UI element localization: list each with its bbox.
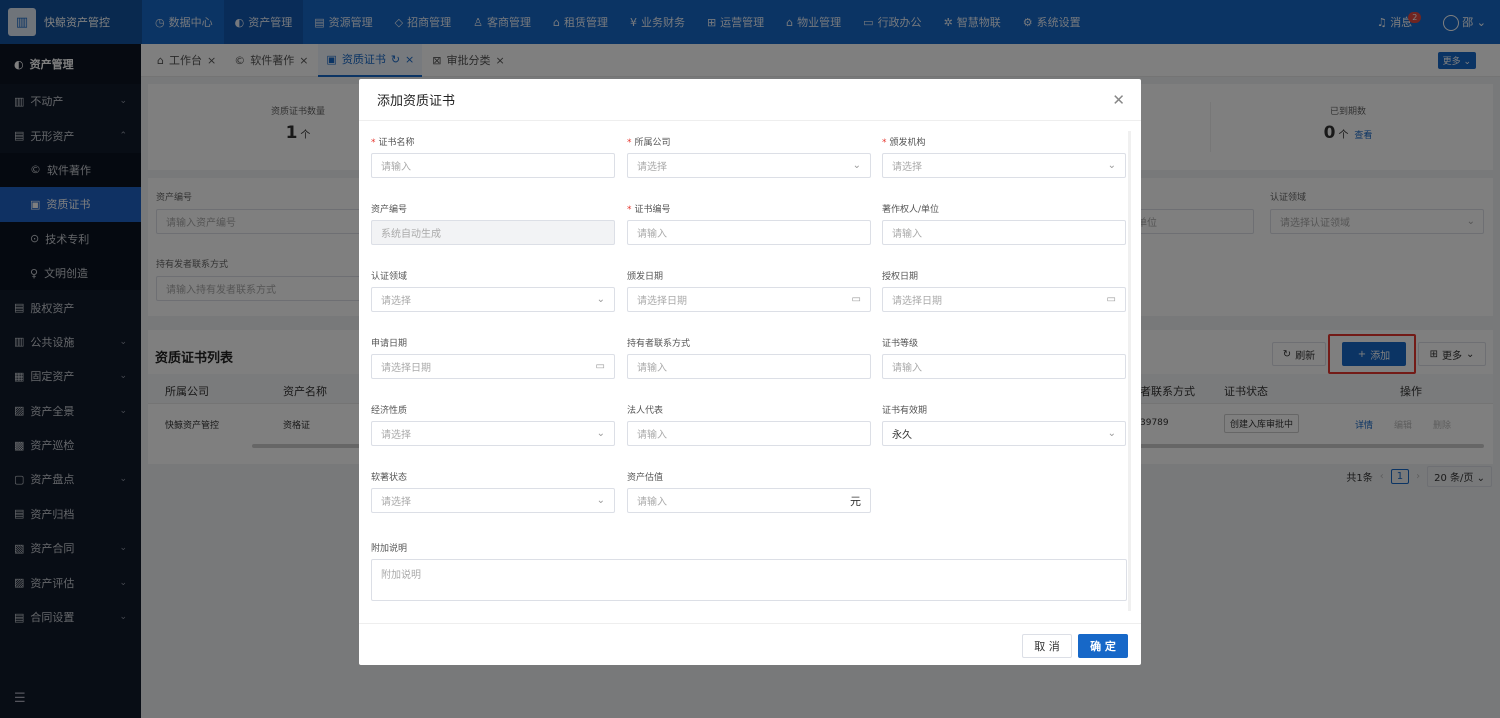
dialog-title: 添加资质证书 — [377, 94, 456, 109]
field-value: 永久 — [892, 430, 912, 441]
field-label: 经济性质 — [371, 403, 407, 416]
required-mark: * — [627, 205, 632, 215]
calendar-icon: ▭ — [1106, 294, 1116, 305]
field-input[interactable]: 请输入 — [627, 220, 871, 245]
field-label-text: 经济性质 — [371, 406, 408, 416]
field-select[interactable]: 请选择 ⌄ — [371, 488, 615, 513]
confirm-button[interactable]: 确 定 — [1078, 634, 1128, 658]
field-placeholder: 请输入 — [892, 229, 922, 240]
add-cert-dialog: 添加资质证书 ✕ * 证书名称 请输入 * 所属公司 请选择 ⌄ * 颁发机构 请选择 ⌄ 资产编号系… — [359, 79, 1141, 665]
field-select[interactable]: 请选择 ⌄ — [882, 153, 1126, 178]
field-label: 授权日期 — [882, 269, 918, 282]
field-label: 软著状态 — [371, 470, 407, 483]
field-label: 著作权人/单位 — [882, 202, 939, 215]
field-label-text: 持有者联系方式 — [627, 339, 691, 349]
calendar-icon: ▭ — [595, 361, 605, 372]
field-select[interactable]: 请选择 ⌄ — [371, 421, 615, 446]
field-placeholder: 请输入 — [637, 363, 667, 374]
field-label-text: 证书等级 — [882, 339, 919, 349]
field-placeholder: 请选择 — [892, 162, 922, 173]
chevron-down-icon: ⌄ — [852, 160, 861, 171]
field-input[interactable]: 请输入 — [627, 421, 871, 446]
field-placeholder: 请输入 — [637, 497, 667, 508]
field-label: 资产估值 — [627, 470, 663, 483]
field-placeholder: 请输入 — [637, 430, 667, 441]
field-placeholder: 请输入 — [381, 162, 411, 173]
field-placeholder: 系统自动生成 — [381, 229, 441, 240]
required-mark: * — [371, 138, 376, 148]
chevron-down-icon: ⌄ — [1107, 160, 1116, 171]
field-input[interactable]: 请输入 元 — [627, 488, 871, 513]
field-label-text: 证书名称 — [378, 138, 415, 148]
field-input: 系统自动生成 — [371, 220, 615, 245]
field-label-text: 法人代表 — [627, 406, 664, 416]
dialog-header: 添加资质证书 — [359, 79, 1141, 121]
field-label-text: 软著状态 — [371, 473, 408, 483]
field-date-picker[interactable]: 请选择日期 ▭ — [882, 287, 1126, 312]
field-date-picker[interactable]: 请选择日期 ▭ — [371, 354, 615, 379]
field-input[interactable]: 请输入 — [371, 153, 615, 178]
field-placeholder: 请选择日期 — [381, 363, 431, 374]
field-label-text: 资产估值 — [627, 473, 664, 483]
field-placeholder: 请输入 — [892, 363, 922, 374]
field-label-text: 颁发日期 — [627, 272, 664, 282]
field-label: * 所属公司 — [627, 135, 671, 148]
dialog-footer: 取 消 确 定 — [359, 623, 1141, 665]
close-icon[interactable]: ✕ — [1112, 91, 1125, 109]
field-select[interactable]: 请选择 ⌄ — [371, 287, 615, 312]
field-placeholder: 请选择日期 — [637, 296, 687, 307]
field-label: * 颁发机构 — [882, 135, 926, 148]
field-label: 附加说明 — [371, 544, 408, 554]
chevron-down-icon: ⌄ — [1107, 428, 1116, 439]
field-label: 颁发日期 — [627, 269, 663, 282]
calendar-icon: ▭ — [851, 294, 861, 305]
field-placeholder: 请选择 — [637, 162, 667, 173]
field-label: * 证书名称 — [371, 135, 415, 148]
field-label-text: 证书编号 — [634, 205, 671, 215]
field-select[interactable]: 永久 ⌄ — [882, 421, 1126, 446]
chevron-down-icon: ⌄ — [596, 495, 605, 506]
field-label-text: 著作权人/单位 — [882, 205, 940, 215]
field-label-text: 授权日期 — [882, 272, 919, 282]
field-label: 证书等级 — [882, 336, 918, 349]
field-label-text: 申请日期 — [371, 339, 408, 349]
field-label-text: 证书有效期 — [882, 406, 928, 416]
field-label: 证书有效期 — [882, 403, 927, 416]
field-date-picker[interactable]: 请选择日期 ▭ — [627, 287, 871, 312]
field-label-text: 所属公司 — [634, 138, 671, 148]
cancel-button[interactable]: 取 消 — [1022, 634, 1072, 658]
field-label: 资产编号 — [371, 202, 407, 215]
field-placeholder: 请选择 — [381, 430, 411, 441]
field-placeholder: 请选择 — [381, 296, 411, 307]
field-select[interactable]: 请选择 ⌄ — [627, 153, 871, 178]
required-mark: * — [882, 138, 887, 148]
field-label: 持有者联系方式 — [627, 336, 690, 349]
field-input[interactable]: 请输入 — [627, 354, 871, 379]
field-placeholder: 请选择日期 — [892, 296, 942, 307]
dialog-scrollbar[interactable] — [1128, 131, 1131, 611]
chevron-down-icon: ⌄ — [596, 294, 605, 305]
field-label-text: 认证领域 — [371, 272, 408, 282]
field-label-text: 颁发机构 — [889, 138, 926, 148]
chevron-down-icon: ⌄ — [596, 428, 605, 439]
field-label: 法人代表 — [627, 403, 663, 416]
field-input[interactable]: 请输入 — [882, 220, 1126, 245]
note-textarea[interactable]: 附加说明 — [371, 559, 1127, 601]
field-label-text: 资产编号 — [371, 205, 408, 215]
field-input[interactable]: 请输入 — [882, 354, 1126, 379]
field-placeholder: 请选择 — [381, 497, 411, 508]
field-label: 申请日期 — [371, 336, 407, 349]
unit-suffix: 元 — [850, 494, 861, 508]
required-mark: * — [627, 138, 632, 148]
field-placeholder: 请输入 — [637, 229, 667, 240]
field-label: * 证书编号 — [627, 202, 671, 215]
field-label: 认证领域 — [371, 269, 407, 282]
